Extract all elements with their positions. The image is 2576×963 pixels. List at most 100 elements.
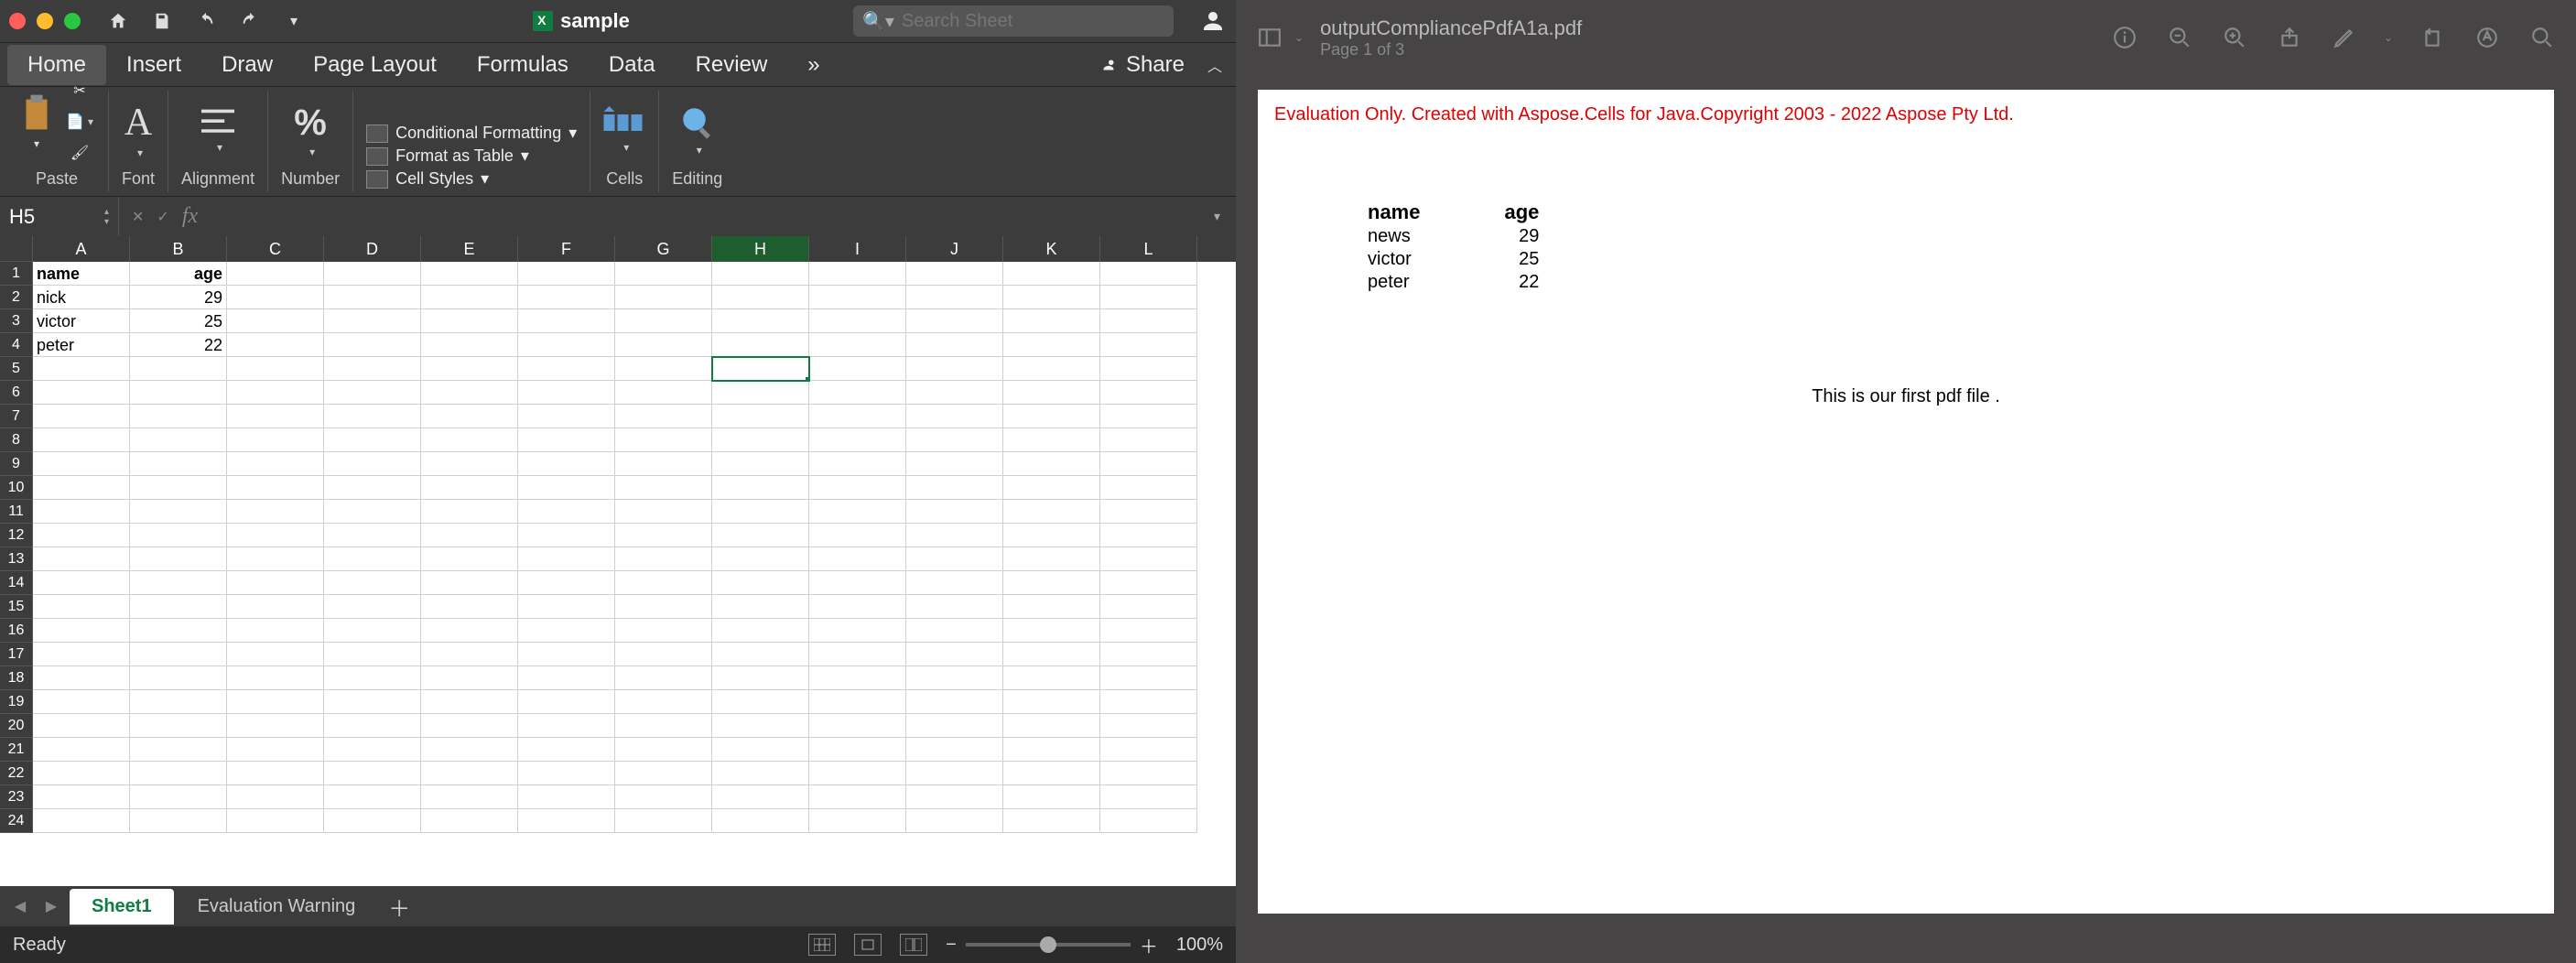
cell[interactable] bbox=[1100, 714, 1197, 738]
expand-formula-bar-button[interactable]: ▾ bbox=[1214, 209, 1236, 224]
cell[interactable] bbox=[33, 381, 130, 405]
row-header[interactable]: 18 bbox=[0, 666, 33, 690]
pdf-info-button[interactable] bbox=[2109, 22, 2140, 53]
cell[interactable] bbox=[1003, 690, 1100, 714]
cell[interactable] bbox=[130, 381, 227, 405]
name-box[interactable]: H5 ▴▾ bbox=[0, 197, 119, 236]
cell[interactable] bbox=[712, 738, 809, 762]
row-header[interactable]: 7 bbox=[0, 405, 33, 428]
cell[interactable] bbox=[227, 643, 324, 666]
cell[interactable] bbox=[227, 666, 324, 690]
cell[interactable] bbox=[518, 262, 615, 286]
cell[interactable] bbox=[906, 762, 1003, 785]
cell[interactable] bbox=[130, 357, 227, 381]
accept-formula-button[interactable]: ✓ bbox=[157, 208, 168, 226]
insert-cells-button[interactable] bbox=[603, 106, 645, 154]
cell[interactable] bbox=[324, 452, 421, 476]
cell[interactable] bbox=[1100, 286, 1197, 309]
cell[interactable] bbox=[906, 357, 1003, 381]
undo-button[interactable] bbox=[190, 5, 222, 37]
cell[interactable] bbox=[1100, 643, 1197, 666]
cell[interactable] bbox=[1003, 785, 1100, 809]
cell[interactable] bbox=[33, 595, 130, 619]
cell[interactable] bbox=[421, 762, 518, 785]
cell[interactable] bbox=[324, 762, 421, 785]
cell[interactable] bbox=[809, 690, 906, 714]
pdf-search-button[interactable] bbox=[2527, 22, 2558, 53]
cell[interactable] bbox=[518, 666, 615, 690]
cell[interactable] bbox=[33, 738, 130, 762]
cell[interactable] bbox=[712, 690, 809, 714]
cell[interactable] bbox=[421, 428, 518, 452]
cell[interactable] bbox=[906, 714, 1003, 738]
cell[interactable] bbox=[615, 643, 712, 666]
cell[interactable] bbox=[809, 547, 906, 571]
tab-data[interactable]: Data bbox=[589, 45, 676, 85]
cell[interactable]: 25 bbox=[130, 309, 227, 333]
cell[interactable] bbox=[33, 809, 130, 833]
cell[interactable] bbox=[33, 452, 130, 476]
cell[interactable] bbox=[615, 357, 712, 381]
cell-styles-button[interactable]: Cell Styles▾ bbox=[366, 169, 577, 189]
cell[interactable] bbox=[615, 809, 712, 833]
cell[interactable] bbox=[421, 666, 518, 690]
cell[interactable] bbox=[1003, 357, 1100, 381]
cell[interactable] bbox=[1003, 809, 1100, 833]
cell[interactable] bbox=[227, 809, 324, 833]
formula-input[interactable] bbox=[211, 197, 1214, 236]
share-button[interactable]: Share bbox=[1089, 52, 1194, 78]
cell[interactable] bbox=[1100, 595, 1197, 619]
cell[interactable] bbox=[906, 809, 1003, 833]
tab-review[interactable]: Review bbox=[676, 45, 788, 85]
cell[interactable] bbox=[906, 381, 1003, 405]
cell[interactable] bbox=[1003, 476, 1100, 500]
cell[interactable] bbox=[518, 286, 615, 309]
format-painter-button[interactable]: 🖌 bbox=[64, 140, 95, 166]
cell[interactable] bbox=[518, 785, 615, 809]
cell[interactable] bbox=[712, 619, 809, 643]
cell[interactable] bbox=[906, 666, 1003, 690]
row-header[interactable]: 4 bbox=[0, 333, 33, 357]
cell[interactable] bbox=[712, 476, 809, 500]
cell[interactable] bbox=[518, 547, 615, 571]
cell[interactable] bbox=[518, 452, 615, 476]
row-header[interactable]: 17 bbox=[0, 643, 33, 666]
cell[interactable] bbox=[421, 714, 518, 738]
cell[interactable] bbox=[1003, 452, 1100, 476]
cell[interactable] bbox=[1003, 333, 1100, 357]
cell[interactable] bbox=[130, 500, 227, 524]
cell[interactable] bbox=[712, 547, 809, 571]
cell[interactable] bbox=[712, 262, 809, 286]
cell[interactable] bbox=[518, 690, 615, 714]
cell[interactable] bbox=[227, 428, 324, 452]
cell[interactable] bbox=[130, 643, 227, 666]
cell[interactable] bbox=[1003, 524, 1100, 547]
cell[interactable] bbox=[324, 595, 421, 619]
cell[interactable] bbox=[712, 452, 809, 476]
cell[interactable] bbox=[1003, 595, 1100, 619]
cell[interactable]: 29 bbox=[130, 286, 227, 309]
cell[interactable] bbox=[615, 452, 712, 476]
cell[interactable] bbox=[1003, 547, 1100, 571]
cell[interactable] bbox=[227, 762, 324, 785]
cell[interactable] bbox=[324, 643, 421, 666]
cell[interactable] bbox=[324, 357, 421, 381]
cell[interactable] bbox=[1003, 381, 1100, 405]
cell[interactable] bbox=[1100, 809, 1197, 833]
zoom-in-button[interactable]: ＋ bbox=[1140, 932, 1158, 958]
cell[interactable] bbox=[906, 690, 1003, 714]
cell[interactable] bbox=[130, 547, 227, 571]
cell[interactable] bbox=[130, 785, 227, 809]
row-header[interactable]: 10 bbox=[0, 476, 33, 500]
cell[interactable] bbox=[324, 405, 421, 428]
pdf-rotate-button[interactable] bbox=[2417, 22, 2448, 53]
row-header[interactable]: 6 bbox=[0, 381, 33, 405]
cell[interactable] bbox=[906, 571, 1003, 595]
cell[interactable] bbox=[518, 595, 615, 619]
cell[interactable]: nick bbox=[33, 286, 130, 309]
find-select-button[interactable] bbox=[678, 103, 717, 157]
page-break-view-button[interactable] bbox=[900, 934, 927, 956]
column-header-G[interactable]: G bbox=[615, 236, 712, 262]
cell[interactable] bbox=[809, 428, 906, 452]
cell[interactable] bbox=[906, 619, 1003, 643]
